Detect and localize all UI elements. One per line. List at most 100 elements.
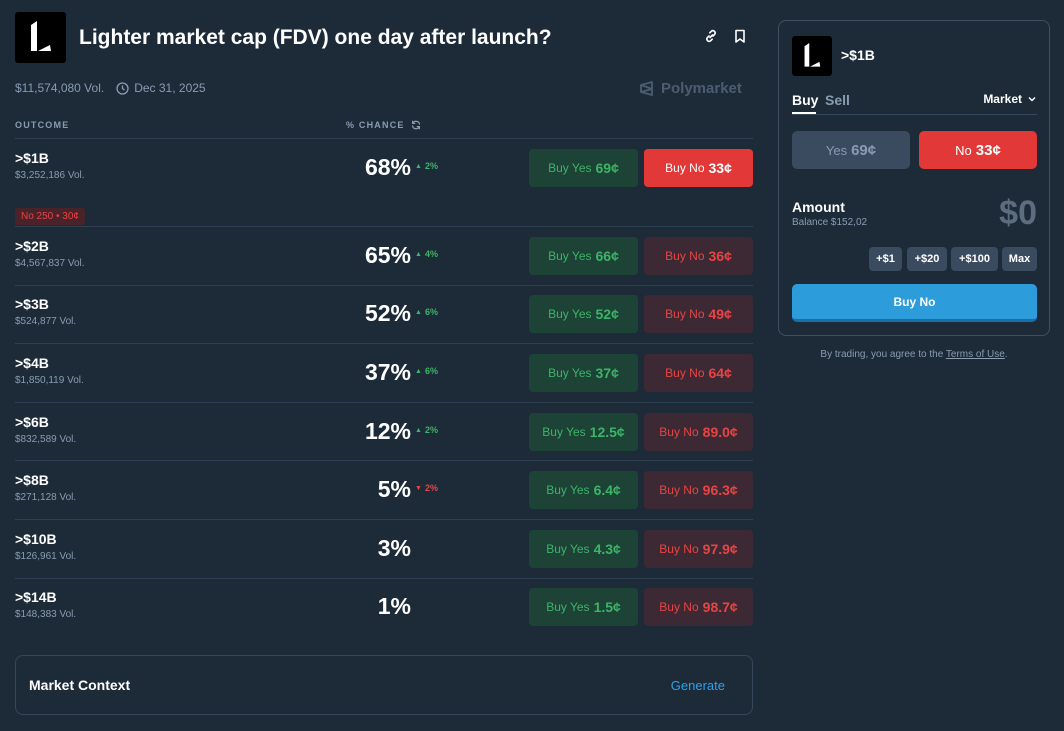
outcome-volume: $271,128 Vol. <box>15 492 77 503</box>
panel-outcome-title: >$1B <box>841 47 875 63</box>
outcome-chance: 65% <box>364 242 411 268</box>
position-badge: No 250 • 30¢ <box>15 208 85 225</box>
buy-no-button[interactable]: Buy No 97.9¢ <box>644 530 753 568</box>
outcome-row: >$6B $832,589 Vol. 12% ▲ 2% Buy Yes 12.5¢ Buy N… <box>15 413 753 474</box>
buy-yes-button[interactable]: Buy Yes 1.5¢ <box>529 588 638 626</box>
buy-no-button[interactable]: Buy No <box>792 284 1037 322</box>
outcome-volume: $832,589 Vol. <box>15 434 77 445</box>
tab-divider <box>792 114 1037 115</box>
panel-market-logo <box>792 36 832 76</box>
outcome-name: >$1B <box>15 150 49 166</box>
arrow-up-icon: ▲ <box>415 426 422 434</box>
link-icon[interactable] <box>703 28 719 44</box>
lighter-logo-icon <box>804 43 821 67</box>
outcome-volume: $4,567,837 Vol. <box>15 258 85 269</box>
buy-no-button[interactable]: Buy No 64¢ <box>644 354 753 392</box>
outcome-row: >$8B $271,128 Vol. 5% ▼ 2% Buy Yes 6.4¢ Buy No 9… <box>15 471 753 532</box>
chance-delta: ▲ 2% <box>415 425 438 435</box>
amount-input[interactable]: $0 <box>999 194 1037 233</box>
market-context-title: Market Context <box>29 677 131 693</box>
bookmark-icon[interactable] <box>732 28 748 44</box>
outcome-row: >$1B $3,252,186 Vol. No 250 • 30¢ 68% ▲ 2% Buy… <box>15 149 753 225</box>
chance-delta: ▼ 2% <box>415 483 438 493</box>
outcome-volume: $148,383 Vol. <box>15 609 77 620</box>
market-meta: $11,574,080 Vol. Dec 31, 2025 <box>15 81 206 95</box>
outcome-name: >$3B <box>15 296 49 312</box>
row-divider <box>15 226 753 227</box>
add-100-button[interactable]: +$100 <box>951 247 998 271</box>
buy-no-button[interactable]: Buy No 98.7¢ <box>644 588 753 626</box>
arrow-up-icon: ▲ <box>415 250 422 258</box>
outcome-volume: $1,850,119 Vol. <box>15 375 84 386</box>
balance-text: Balance $152,02 <box>792 217 868 228</box>
market-title: Lighter market cap (FDV) one day after l… <box>79 26 552 49</box>
buy-no-button[interactable]: Buy No 36¢ <box>644 237 753 275</box>
chance-delta: ▲ 4% <box>415 249 438 259</box>
outcome-name: >$4B <box>15 355 49 371</box>
outcome-chance: 3% <box>377 535 411 561</box>
buy-yes-button[interactable]: Buy Yes 69¢ <box>529 149 638 187</box>
row-divider <box>15 138 753 139</box>
buy-no-button[interactable]: Buy No 49¢ <box>644 295 753 333</box>
outcome-chance: 68% <box>364 154 411 180</box>
clock-icon <box>116 81 129 95</box>
outcome-chance: 5% <box>377 476 411 502</box>
chance-delta: ▲ 2% <box>415 161 438 171</box>
chance-column-header[interactable]: % CHANCE <box>346 120 421 130</box>
buy-yes-button[interactable]: Buy Yes 66¢ <box>529 237 638 275</box>
buy-no-button[interactable]: Buy No 33¢ <box>644 149 753 187</box>
max-button[interactable]: Max <box>1002 247 1037 271</box>
polymarket-brand[interactable]: Polymarket <box>638 80 742 97</box>
outcome-name: >$14B <box>15 589 57 605</box>
buy-no-button[interactable]: Buy No 96.3¢ <box>644 471 753 509</box>
end-date-text: Dec 31, 2025 <box>134 81 206 95</box>
market-logo <box>15 12 66 63</box>
outcome-name: >$8B <box>15 472 49 488</box>
arrow-up-icon: ▲ <box>415 162 422 170</box>
terms-notice: By trading, you agree to the Terms of Us… <box>820 349 1008 360</box>
outcome-row: >$10B $126,961 Vol. 3% Buy Yes 4.3¢ Buy No 97.… <box>15 530 753 591</box>
tab-sell[interactable]: Sell <box>825 92 850 108</box>
outcome-name: >$10B <box>15 531 57 547</box>
amount-label: Amount <box>792 199 845 215</box>
end-date: Dec 31, 2025 <box>116 81 206 95</box>
add-20-button[interactable]: +$20 <box>907 247 947 271</box>
buy-yes-button[interactable]: Buy Yes 4.3¢ <box>529 530 638 568</box>
arrow-down-icon: ▼ <box>415 484 422 492</box>
arrow-up-icon: ▲ <box>415 308 422 316</box>
trade-panel: >$1B Buy Sell Market Yes 69¢ No 33¢ Amount… <box>778 20 1050 336</box>
add-1-button[interactable]: +$1 <box>869 247 902 271</box>
chance-delta: ▲ 6% <box>415 366 438 376</box>
tab-buy[interactable]: Buy <box>792 92 818 108</box>
outcome-column-header: OUTCOME <box>15 120 70 130</box>
polymarket-label: Polymarket <box>661 80 742 97</box>
market-context-card: Market Context Generate <box>15 655 753 715</box>
buy-yes-button[interactable]: Buy Yes 37¢ <box>529 354 638 392</box>
outcome-name: >$6B <box>15 414 49 430</box>
buy-yes-button[interactable]: Buy Yes 52¢ <box>529 295 638 333</box>
total-volume: $11,574,080 Vol. <box>15 81 105 95</box>
arrow-up-icon: ▲ <box>415 367 422 375</box>
yes-outcome-button[interactable]: Yes 69¢ <box>792 131 910 169</box>
order-type-label: Market <box>983 92 1022 106</box>
outcome-chance: 52% <box>364 300 411 326</box>
refresh-icon[interactable] <box>411 120 421 130</box>
no-outcome-button[interactable]: No 33¢ <box>919 131 1037 169</box>
generate-button[interactable]: Generate <box>671 678 725 693</box>
buy-no-button[interactable]: Buy No 89.0¢ <box>644 413 753 451</box>
order-type-dropdown[interactable]: Market <box>983 92 1037 106</box>
outcome-chance: 1% <box>377 593 411 619</box>
chevron-down-icon <box>1028 97 1036 102</box>
chance-delta: ▲ 6% <box>415 307 438 317</box>
buy-yes-button[interactable]: Buy Yes 6.4¢ <box>529 471 638 509</box>
outcome-chance: 12% <box>364 418 411 444</box>
outcome-row: >$4B $1,850,119 Vol. 37% ▲ 6% Buy Yes 37¢ Buy N… <box>15 354 753 415</box>
outcome-volume: $3,252,186 Vol. <box>15 170 85 181</box>
terms-of-use-link[interactable]: Terms of Use <box>946 349 1005 360</box>
lighter-logo-icon <box>31 21 51 51</box>
outcome-chance: 37% <box>364 359 411 385</box>
buy-yes-button[interactable]: Buy Yes 12.5¢ <box>529 413 638 451</box>
outcome-volume: $524,877 Vol. <box>15 316 77 327</box>
polymarket-logo-icon <box>640 81 653 96</box>
outcome-row: >$2B $4,567,837 Vol. 65% ▲ 4% Buy Yes 66¢ Buy N… <box>15 237 753 298</box>
